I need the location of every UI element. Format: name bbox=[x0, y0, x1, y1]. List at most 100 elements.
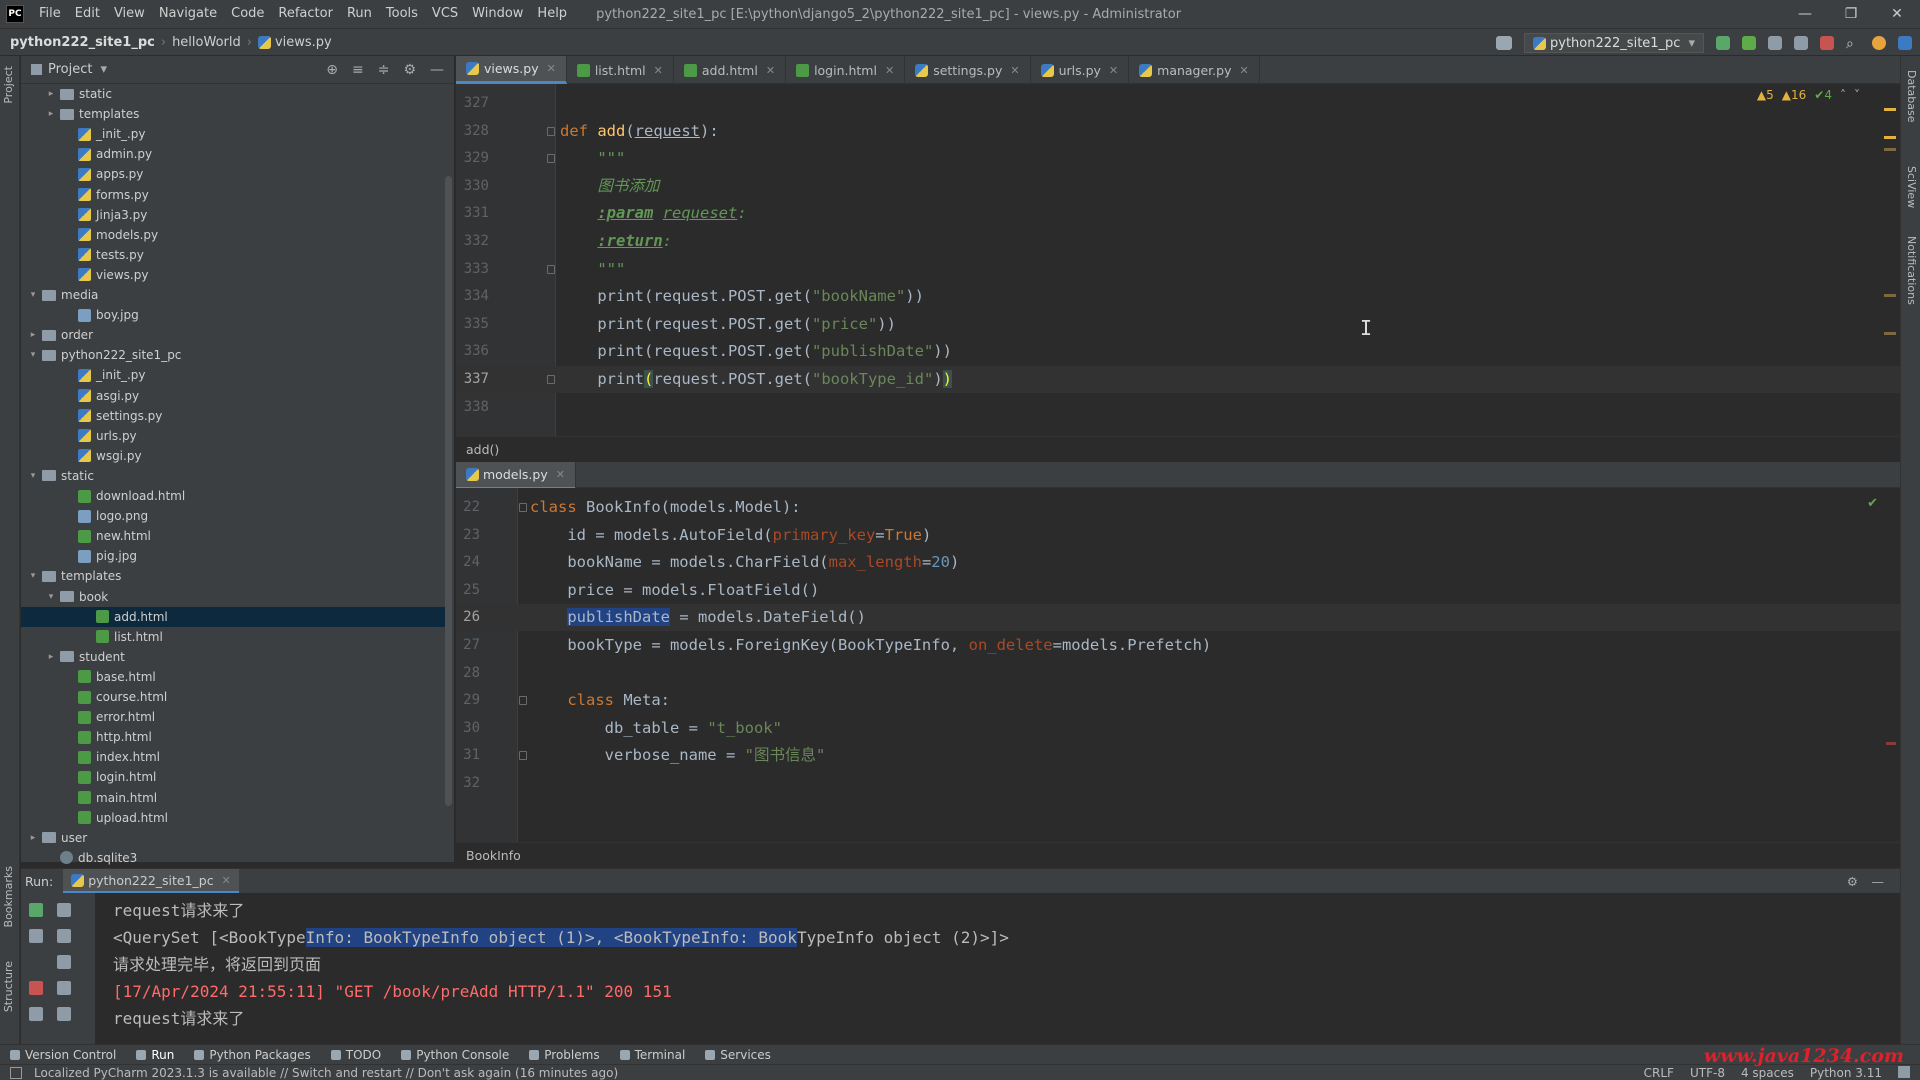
menu-file[interactable]: File bbox=[32, 0, 68, 28]
sciview-tool-tab[interactable]: SciView bbox=[1905, 166, 1918, 208]
close-icon[interactable]: ✕ bbox=[556, 468, 565, 481]
hide-icon[interactable]: — bbox=[1872, 874, 1885, 889]
code-line[interactable]: 336 print(request.POST.get("publishDate"… bbox=[456, 338, 1900, 365]
file-encoding[interactable]: UTF-8 bbox=[1690, 1066, 1725, 1080]
code-line[interactable]: 23 id = models.AutoField(primary_key=Tru… bbox=[456, 522, 1900, 549]
gear-icon[interactable]: ⚙ bbox=[1847, 874, 1858, 889]
line-separator[interactable]: CRLF bbox=[1644, 1066, 1674, 1080]
profile-icon[interactable] bbox=[1794, 36, 1808, 50]
tab-add-html[interactable]: add.html ✕ bbox=[674, 56, 787, 84]
database-tool-tab[interactable]: Database bbox=[1905, 70, 1918, 123]
indent-setting[interactable]: 4 spaces bbox=[1741, 1066, 1794, 1080]
run-config-selector[interactable]: python222_site1_pc ▾ bbox=[1524, 33, 1704, 53]
chevron-right-icon[interactable]: ▸ bbox=[45, 109, 57, 119]
chevron-down-icon[interactable]: ▾ bbox=[100, 62, 107, 77]
tree-item[interactable]: course.html bbox=[21, 687, 451, 707]
close-icon[interactable]: ✕ bbox=[766, 64, 775, 77]
chevron-down-icon[interactable]: ▾ bbox=[45, 592, 57, 602]
chevron-down-icon[interactable]: ▾ bbox=[27, 350, 39, 360]
close-icon[interactable]: ✕ bbox=[885, 64, 894, 77]
tree-item[interactable]: boy.jpg bbox=[21, 305, 451, 325]
menu-navigate[interactable]: Navigate bbox=[152, 0, 224, 28]
fold-marker-icon[interactable] bbox=[519, 751, 527, 761]
tree-item[interactable]: settings.py bbox=[21, 406, 451, 426]
expand-all-icon[interactable]: ≡ bbox=[352, 62, 364, 78]
fold-marker-icon[interactable] bbox=[547, 154, 555, 164]
tab-manager-py[interactable]: manager.py ✕ bbox=[1129, 56, 1260, 84]
tree-item[interactable]: upload.html bbox=[21, 808, 451, 828]
menu-vcs[interactable]: VCS bbox=[425, 0, 465, 28]
tree-item[interactable]: logo.png bbox=[21, 506, 451, 526]
tree-item[interactable]: forms.py bbox=[21, 185, 451, 205]
close-button[interactable]: ✕ bbox=[1874, 0, 1920, 28]
tool-window-python-packages[interactable]: Python Packages bbox=[184, 1048, 320, 1062]
layout-icon[interactable] bbox=[10, 1066, 22, 1079]
editor-breadcrumb[interactable]: add() bbox=[456, 436, 1900, 462]
updates-icon[interactable] bbox=[1872, 36, 1886, 50]
tree-item[interactable]: ▸ static bbox=[21, 84, 451, 104]
code-line[interactable]: 28 bbox=[456, 660, 1900, 687]
fold-marker-icon[interactable] bbox=[519, 696, 527, 706]
tool-window-services[interactable]: Services bbox=[695, 1048, 781, 1062]
python-interpreter[interactable]: Python 3.11 bbox=[1810, 1066, 1882, 1080]
tree-item[interactable]: error.html bbox=[21, 707, 451, 727]
code-line[interactable]: 29 class Meta: bbox=[456, 687, 1900, 714]
stop-icon[interactable] bbox=[1820, 36, 1834, 50]
run-tab[interactable]: python222_site1_pc ✕ bbox=[63, 869, 239, 893]
code-line[interactable]: 31 verbose_name = "图书信息" bbox=[456, 742, 1900, 769]
code-editor-views[interactable]: 327 328 def add(request): 329 """ 330 图书添加 33… bbox=[456, 84, 1900, 436]
tree-item[interactable]: ▸ user bbox=[21, 828, 451, 848]
structure-tool-tab[interactable]: Structure bbox=[2, 961, 15, 1012]
code-line[interactable]: 27 bookType = models.ForeignKey(BookType… bbox=[456, 632, 1900, 659]
hide-icon[interactable]: — bbox=[430, 62, 444, 78]
stop-icon[interactable] bbox=[29, 981, 43, 995]
tree-item[interactable]: tests.py bbox=[21, 245, 451, 265]
collapse-all-icon[interactable]: ≑ bbox=[378, 62, 390, 78]
code-line[interactable]: 338 bbox=[456, 394, 1900, 421]
coverage-icon[interactable] bbox=[1768, 36, 1782, 50]
tree-item[interactable]: http.html bbox=[21, 727, 451, 747]
lock-icon[interactable] bbox=[1898, 1065, 1910, 1078]
tab-list-html[interactable]: list.html ✕ bbox=[567, 56, 674, 84]
close-icon[interactable]: ✕ bbox=[1010, 64, 1019, 77]
project-panel-title[interactable]: Project bbox=[48, 62, 92, 77]
code-line[interactable]: 332 :return: bbox=[456, 228, 1900, 255]
tree-item[interactable]: urls.py bbox=[21, 426, 451, 446]
tree-item[interactable]: apps.py bbox=[21, 164, 451, 184]
tool-window-todo[interactable]: TODO bbox=[321, 1048, 391, 1062]
tree-item[interactable]: new.html bbox=[21, 526, 451, 546]
tab-models-py[interactable]: models.py ✕ bbox=[456, 462, 576, 490]
code-line[interactable]: 25 price = models.FloatField() bbox=[456, 577, 1900, 604]
tool-window-python-console[interactable]: Python Console bbox=[391, 1048, 519, 1062]
code-line[interactable]: 329 """ bbox=[456, 145, 1900, 172]
tree-item[interactable]: ▾ book bbox=[21, 587, 451, 607]
warning-marker[interactable] bbox=[1884, 148, 1896, 151]
tree-item[interactable]: asgi.py bbox=[21, 386, 451, 406]
code-line[interactable]: 335 print(request.POST.get("price")) bbox=[456, 311, 1900, 338]
locate-icon[interactable]: ⊕ bbox=[326, 62, 338, 78]
user-icon[interactable] bbox=[1496, 36, 1513, 50]
tree-item[interactable]: ▾ python222_site1_pc bbox=[21, 345, 451, 365]
tree-item[interactable]: _init_.py bbox=[21, 365, 451, 385]
error-marker[interactable] bbox=[1886, 742, 1896, 745]
breadcrumb-file[interactable]: views.py bbox=[275, 35, 332, 50]
menu-edit[interactable]: Edit bbox=[68, 0, 107, 28]
close-icon[interactable]: ✕ bbox=[547, 62, 556, 75]
warning-marker[interactable] bbox=[1884, 332, 1896, 335]
fold-marker-icon[interactable] bbox=[547, 375, 555, 384]
warning-marker[interactable] bbox=[1884, 294, 1896, 297]
chevron-down-icon[interactable]: ▾ bbox=[27, 571, 39, 581]
tool-window-run[interactable]: Run bbox=[126, 1048, 184, 1062]
tree-item[interactable]: views.py bbox=[21, 265, 451, 285]
arrow-down-icon[interactable] bbox=[57, 929, 71, 943]
chevron-right-icon[interactable]: ▸ bbox=[45, 89, 57, 99]
minimize-button[interactable]: — bbox=[1782, 0, 1828, 28]
tab-login-html[interactable]: login.html ✕ bbox=[786, 56, 906, 84]
tree-item[interactable]: wsgi.py bbox=[21, 446, 451, 466]
code-line[interactable]: 328 def add(request): bbox=[456, 118, 1900, 145]
tree-item[interactable]: ▾ static bbox=[21, 466, 451, 486]
tree-item[interactable]: Jinja3.py bbox=[21, 205, 451, 225]
plugin-icon[interactable] bbox=[1898, 36, 1912, 50]
menu-run[interactable]: Run bbox=[340, 0, 379, 28]
chevron-right-icon[interactable]: ▸ bbox=[27, 330, 39, 340]
